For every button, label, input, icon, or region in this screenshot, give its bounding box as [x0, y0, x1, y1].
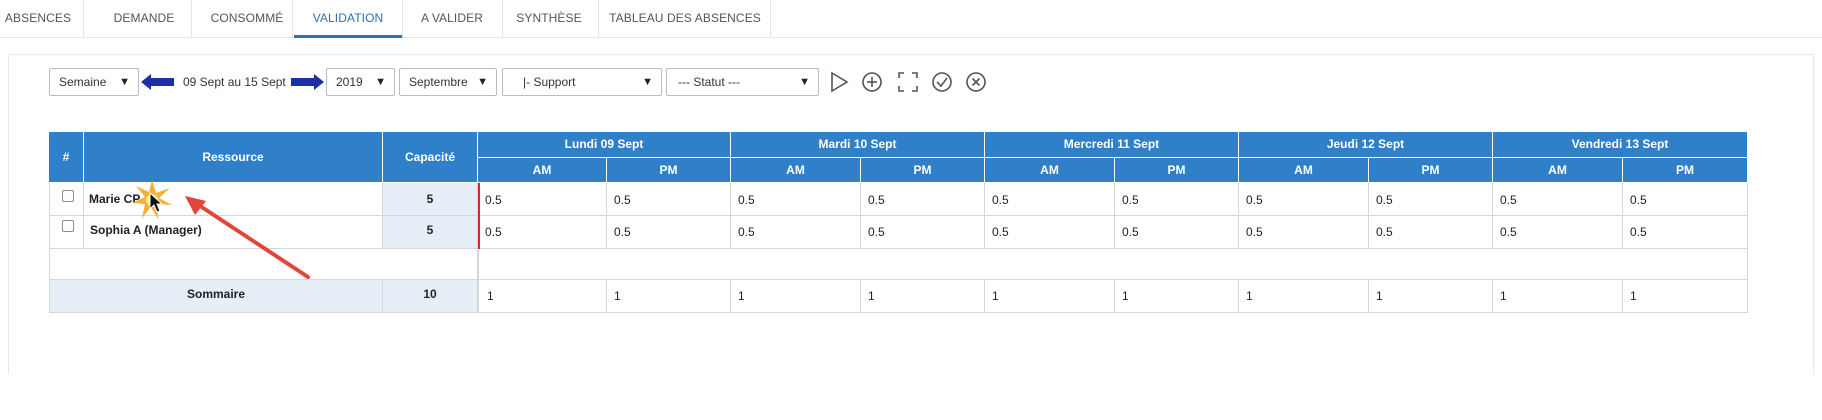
mouse-cursor-icon: [149, 192, 164, 213]
chevron-down-icon: ▼: [119, 76, 130, 88]
capacity-value: 5: [383, 183, 478, 216]
half-day-header-am: AM: [478, 158, 607, 183]
period-type-select[interactable]: Semaine ▼: [49, 68, 139, 96]
close-circle-icon[interactable]: [964, 70, 988, 94]
half-day-value[interactable]: 0.5: [1623, 216, 1748, 249]
year-select[interactable]: 2019 ▼: [326, 68, 395, 96]
summary-value: 1: [478, 280, 607, 313]
chevron-down-icon: ▼: [477, 76, 488, 88]
half-day-value[interactable]: 0.5: [607, 183, 731, 216]
half-day-value[interactable]: 0.5: [1115, 183, 1239, 216]
half-day-header-am: AM: [985, 158, 1115, 183]
table-row-checkbox-cell: [49, 216, 84, 249]
half-day-header-am: AM: [1239, 158, 1369, 183]
chevron-down-icon: ▼: [799, 76, 810, 88]
tab-demande[interactable]: DEMANDE: [89, 0, 199, 38]
half-day-header-pm: PM: [1369, 158, 1493, 183]
next-week-arrow-icon[interactable]: [291, 74, 324, 90]
half-day-value[interactable]: 0.5: [1239, 216, 1369, 249]
half-day-value[interactable]: 0.5: [607, 216, 731, 249]
summary-value: 1: [861, 280, 985, 313]
half-day-value[interactable]: 0.5: [1239, 183, 1369, 216]
year-value: 2019: [336, 75, 363, 89]
column-header-select: #: [49, 132, 84, 183]
play-icon[interactable]: [827, 70, 851, 94]
status-select[interactable]: --- Statut --- ▼: [666, 68, 819, 96]
half-day-value[interactable]: 0.5: [478, 183, 607, 216]
day-header-thursday: Jeudi 12 Sept: [1239, 132, 1493, 158]
day-header-wednesday: Mercredi 11 Sept: [985, 132, 1239, 158]
half-day-header-am: AM: [731, 158, 861, 183]
current-day-marker: [478, 183, 480, 249]
summary-value: 1: [1115, 280, 1239, 313]
check-circle-icon[interactable]: [930, 70, 954, 94]
half-day-header-pm: PM: [1623, 158, 1748, 183]
month-select[interactable]: Septembre ▼: [399, 68, 497, 96]
tab-a-valider[interactable]: A VALIDER: [403, 0, 501, 38]
column-header-resource[interactable]: Ressource: [84, 132, 383, 183]
summary-value: 1: [607, 280, 731, 313]
table-spacer-row: [478, 249, 1748, 280]
chevron-down-icon: ▼: [642, 76, 653, 88]
half-day-value[interactable]: 0.5: [1115, 216, 1239, 249]
half-day-value[interactable]: 0.5: [1369, 216, 1493, 249]
summary-value: 1: [1623, 280, 1748, 313]
half-day-value[interactable]: 0.5: [731, 183, 861, 216]
table-row-checkbox-cell: [49, 183, 84, 216]
row-checkbox[interactable]: [62, 220, 74, 232]
tab-synthese[interactable]: SYNTHÈSE: [503, 0, 595, 38]
tab-tableau-des-absences[interactable]: TABLEAU DES ABSENCES: [599, 0, 771, 38]
half-day-value[interactable]: 0.5: [1493, 183, 1623, 216]
day-header-monday: Lundi 09 Sept: [478, 132, 731, 158]
summary-value: 1: [1239, 280, 1369, 313]
summary-value: 1: [1493, 280, 1623, 313]
tab-validation[interactable]: VALIDATION: [294, 0, 402, 38]
period-range: 09 Sept au 15 Sept: [183, 75, 286, 89]
half-day-value[interactable]: 0.5: [478, 216, 607, 249]
status-value: --- Statut ---: [678, 75, 740, 89]
half-day-value[interactable]: 0.5: [1369, 183, 1493, 216]
tab-consomme[interactable]: CONSOMMÉ: [192, 0, 302, 38]
tab-divider: [770, 0, 771, 37]
half-day-header-pm: PM: [1115, 158, 1239, 183]
chevron-down-icon: ▼: [375, 76, 386, 88]
annotation-arrow-icon: [185, 196, 310, 279]
half-day-value[interactable]: 0.5: [985, 183, 1115, 216]
tab-bar: ABSENCES DEMANDE CONSOMMÉ VALIDATION A V…: [0, 0, 1822, 38]
tab-absences[interactable]: ABSENCES: [0, 0, 76, 38]
summary-capacity: 10: [383, 280, 478, 313]
period-type-value: Semaine: [59, 75, 107, 89]
half-day-value[interactable]: 0.5: [861, 183, 985, 216]
capacity-value: 5: [383, 216, 478, 249]
half-day-value[interactable]: 0.5: [1623, 183, 1748, 216]
summary-value: 1: [731, 280, 861, 313]
summary-value: 1: [1369, 280, 1493, 313]
team-select[interactable]: |- Support ▼: [502, 68, 662, 96]
day-header-friday: Vendredi 13 Sept: [1493, 132, 1748, 158]
tab-divider: [292, 0, 293, 37]
half-day-value[interactable]: 0.5: [1493, 216, 1623, 249]
half-day-value[interactable]: 0.5: [861, 216, 985, 249]
month-value: Septembre: [409, 75, 468, 89]
column-header-capacity[interactable]: Capacité: [383, 132, 478, 183]
half-day-header-pm: PM: [861, 158, 985, 183]
half-day-header-pm: PM: [607, 158, 731, 183]
previous-week-arrow-icon[interactable]: [141, 74, 174, 90]
half-day-value[interactable]: 0.5: [985, 216, 1115, 249]
summary-label: Sommaire: [49, 280, 383, 313]
day-header-tuesday: Mardi 10 Sept: [731, 132, 985, 158]
fullscreen-icon[interactable]: [896, 70, 920, 94]
row-checkbox[interactable]: [62, 190, 74, 202]
half-day-header-am: AM: [1493, 158, 1623, 183]
half-day-value[interactable]: 0.5: [731, 216, 861, 249]
team-value: |- Support: [523, 75, 576, 89]
tab-divider: [83, 0, 84, 37]
add-circle-icon[interactable]: [860, 70, 884, 94]
summary-value: 1: [985, 280, 1115, 313]
